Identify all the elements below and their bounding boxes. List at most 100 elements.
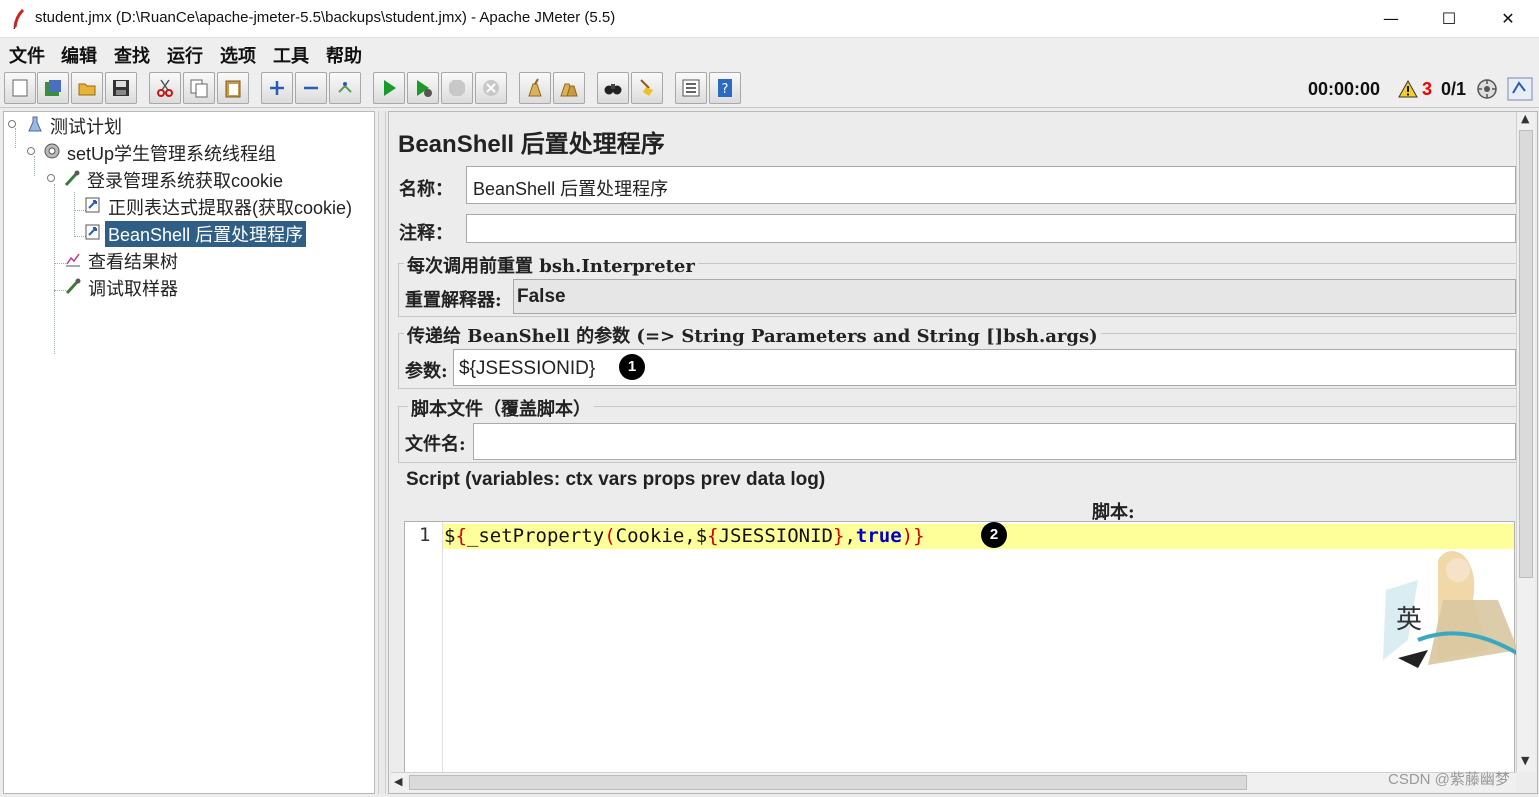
menu-file[interactable]: 文件 [9,42,45,68]
window-title: student.jmx (D:\RuanCe\apache-jmeter-5.5… [35,9,616,26]
panel-splitter[interactable] [378,111,386,794]
jmeter-window: student.jmx (D:\RuanCe\apache-jmeter-5.5… [0,0,1539,797]
collapse-icon [304,86,318,90]
function-helper-button[interactable] [675,72,707,104]
name-label: 名称： [399,179,453,200]
code-token: Cookie,$ [615,525,708,547]
active-threads: 0/1 [1441,79,1467,99]
current-line-highlight: ${_setProperty(Cookie,${JSESSIONID},true… [443,524,1514,549]
params-label: 参数: [405,361,448,382]
minimize-button[interactable]: — [1380,8,1402,30]
warning-icon[interactable] [1398,80,1418,98]
copy-button[interactable] [183,72,215,104]
search-button[interactable] [597,72,629,104]
comment-field[interactable] [466,214,1516,243]
jmeter-feather-icon [13,9,25,29]
scroll-down-arrow-icon[interactable]: ▼ [1521,754,1529,767]
expand-button[interactable] [261,72,293,104]
open-button[interactable] [71,72,103,104]
tree-label: setUp学生管理系统线程组 [67,144,277,164]
error-count[interactable]: 3 [1422,79,1432,100]
panel-title: BeanShell 后置处理程序 [398,131,665,158]
scroll-up-arrow-icon[interactable]: ▲ [1521,112,1529,125]
tree-node-debug-sampler[interactable]: 调试取样器 [62,274,262,299]
cut-icon [157,79,173,97]
clear-all-button[interactable] [553,72,585,104]
cut-button[interactable] [149,72,181,104]
menu-bar: 文件 编辑 查找 运行 选项 工具 帮助 [0,38,1539,68]
scroll-left-arrow-icon[interactable]: ◀ [394,775,402,788]
reset-label: 重置解释器: [405,290,502,311]
paste-icon [225,80,241,98]
sampler-icon [65,278,81,295]
script-editor[interactable]: 1 ${_setProperty(Cookie,${JSESSIONID},tr… [404,521,1515,773]
clear-icon [528,78,542,97]
shutdown-button[interactable] [475,72,507,104]
start-icon [384,80,396,96]
expand-icon [270,81,284,95]
annotation-badge-2: 2 [981,522,1007,548]
watermark: CSDN @紫藤幽梦 [1388,771,1510,788]
post-processor-icon [85,224,100,240]
file-label: 文件名: [405,434,466,455]
menu-help[interactable]: 帮助 [326,42,362,68]
new-button[interactable] [4,72,36,104]
menu-search[interactable]: 查找 [114,42,150,68]
code-token: ) [901,525,914,547]
tree-label: 调试取样器 [88,279,178,299]
templates-icon [45,80,61,96]
tree-label: 测试计划 [50,117,122,137]
broom-icon [640,79,653,96]
code-token: } [833,525,845,547]
maximize-button[interactable]: ☐ [1438,8,1460,30]
annotation-badge-1: 1 [619,354,645,380]
line-number-gutter: 1 [405,522,443,772]
paste-button[interactable] [217,72,249,104]
log-viewer-icon[interactable] [1507,77,1533,101]
vertical-scroll-thumb[interactable] [1519,130,1533,578]
comment-label: 注释： [399,223,453,244]
collapse-button[interactable] [295,72,327,104]
start-no-pause-button[interactable] [407,72,439,104]
start-button[interactable] [373,72,405,104]
menu-options[interactable]: 选项 [220,42,256,68]
file-group-title: 脚本文件（覆盖脚本） [408,395,594,421]
templates-button[interactable] [37,72,69,104]
horizontal-scrollbar[interactable]: ◀ [391,772,1516,792]
menu-run[interactable]: 运行 [167,42,203,68]
params-field[interactable]: ${JSESSIONID} [453,349,1516,386]
tree-expand-toggle[interactable] [47,174,55,182]
tree-node-login-sampler[interactable]: 登录管理系统获取cookie [47,166,307,191]
remote-engines-icon[interactable] [1476,78,1498,100]
title-bar: student.jmx (D:\RuanCe\apache-jmeter-5.5… [0,0,1539,38]
svg-text:?: ? [722,82,729,97]
clear-button[interactable] [519,72,551,104]
file-name-field[interactable] [473,423,1516,460]
reset-select[interactable]: False [513,279,1516,314]
save-button[interactable] [105,72,137,104]
stop-button[interactable] [441,72,473,104]
name-field[interactable]: BeanShell 后置处理程序 [466,166,1516,204]
tree-expand-toggle[interactable] [27,147,35,155]
vertical-scrollbar[interactable]: ▲ ▼ [1516,112,1535,772]
help-button[interactable]: ? [709,72,741,104]
horizontal-scroll-thumb[interactable] [409,775,1247,790]
open-icon [78,83,96,96]
name-value: BeanShell 后置处理程序 [473,179,669,199]
close-button[interactable]: ✕ [1497,8,1519,30]
list-icon [682,79,700,97]
menu-edit[interactable]: 编辑 [61,42,97,68]
code-token: $ [444,525,456,547]
tree-node-results-tree[interactable]: 查看结果树 [62,247,262,272]
tree-node-thread-group[interactable]: setUp学生管理系统线程组 [27,139,307,164]
tree-node-test-plan[interactable]: 测试计划 [8,112,208,137]
toggle-button[interactable] [329,72,361,104]
start-no-pause-icon [417,80,432,97]
reset-search-button[interactable] [631,72,663,104]
tree-node-regex-extractor[interactable]: 正则表达式提取器(获取cookie) [82,193,372,218]
test-plan-tree: 测试计划 setUp学生管理系统线程组 登录管理系统获取cookie 正则表达式… [3,111,375,794]
tree-label: BeanShell 后置处理程序 [105,221,307,247]
tree-node-beanshell-postprocessor[interactable]: BeanShell 后置处理程序 [82,220,322,247]
menu-tools[interactable]: 工具 [273,42,309,68]
tree-expand-toggle[interactable] [8,120,16,128]
